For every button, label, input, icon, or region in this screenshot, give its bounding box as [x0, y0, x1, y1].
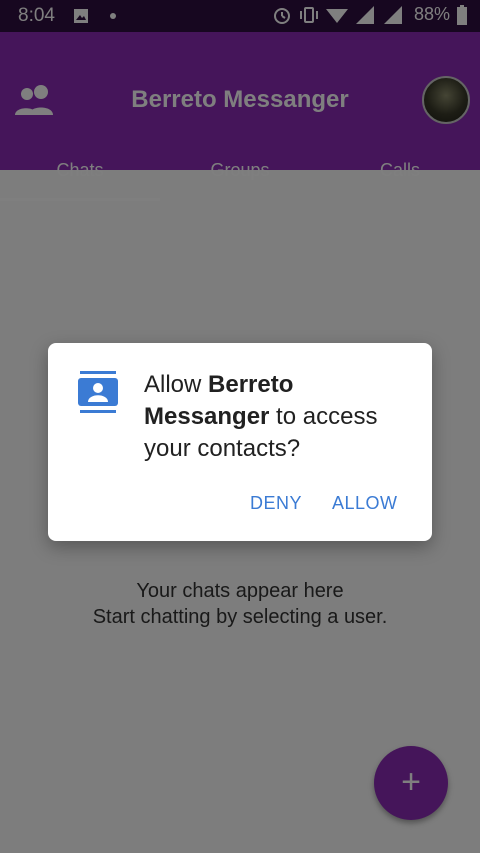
- allow-button[interactable]: ALLOW: [332, 493, 398, 514]
- dialog-message: Allow Berreto Messanger to access your c…: [144, 369, 414, 465]
- permission-dialog: Allow Berreto Messanger to access your c…: [48, 343, 432, 541]
- dialog-message-prefix: Allow: [144, 371, 209, 398]
- contacts-icon: [78, 371, 118, 413]
- deny-button[interactable]: DENY: [250, 493, 302, 514]
